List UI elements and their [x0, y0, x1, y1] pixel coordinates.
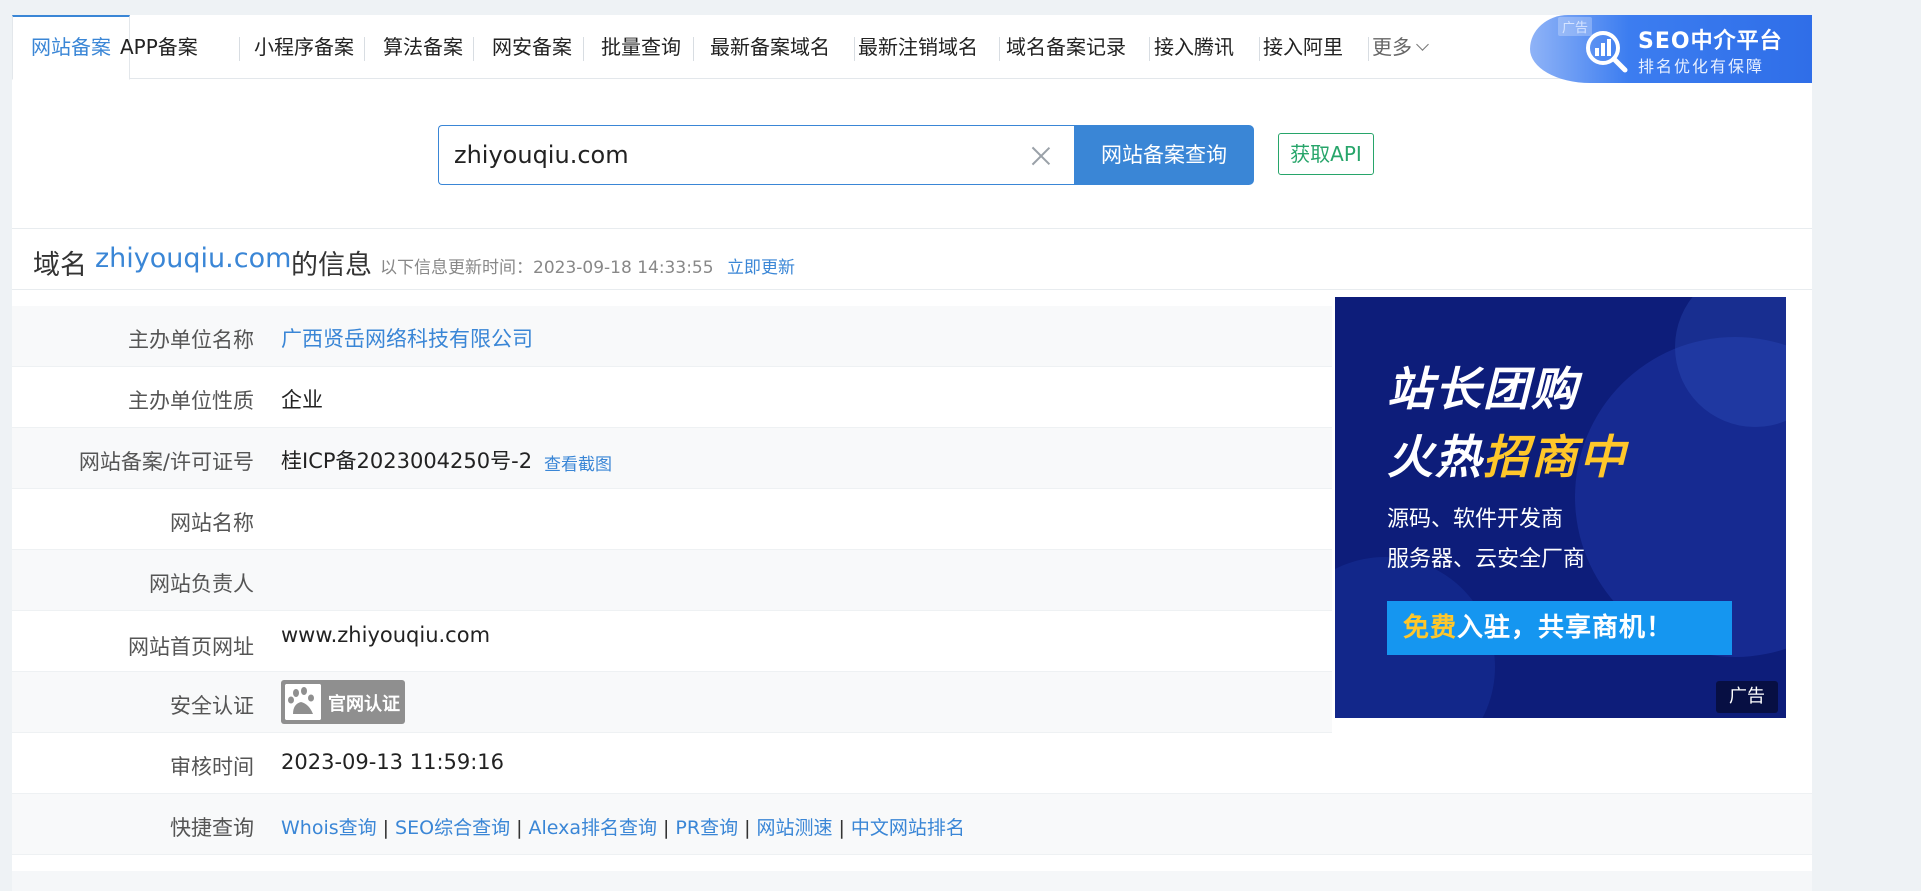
ad-label: 广告 [1716, 681, 1778, 713]
badge-text: 官网认证 [328, 694, 400, 715]
whois-link[interactable]: Whois查询 [281, 817, 377, 839]
nav-divider [854, 37, 855, 61]
homepage-value: www.zhiyouqiu.com [281, 623, 491, 647]
chevron-down-icon [1416, 38, 1429, 51]
tab-latest-cancelled-domains[interactable]: 最新注销域名 [858, 15, 978, 79]
update-now-link[interactable]: 立即更新 [727, 253, 795, 278]
ad-headline-2b: 招商中 [1483, 430, 1627, 484]
row-label: 快捷查询 [170, 816, 254, 840]
info-prefix: 域名 [33, 250, 87, 281]
search-box [438, 125, 1074, 185]
info-suffix: 的信息 [291, 250, 372, 281]
link-separator: | [838, 817, 845, 839]
nav-divider [693, 37, 694, 61]
chinese-site-rank-link[interactable]: 中文网站排名 [851, 817, 965, 839]
row-label: 网站名称 [170, 511, 254, 535]
update-time: 以下信息更新时间：2023-09-18 14:33:55 [380, 258, 714, 278]
row-quick-query: 快捷查询 Whois查询 | SEO综合查询 | Alexa排名查询 | PR查询 | 网站测速… [12, 794, 1812, 855]
info-domain[interactable]: zhiyouqiu.com [95, 243, 291, 274]
tab-domain-filing-records[interactable]: 域名备案记录 [1006, 15, 1126, 79]
organizer-name-link[interactable]: 广西贤岳网络科技有限公司 [281, 323, 533, 353]
nav-divider [1149, 37, 1150, 61]
license-value: 桂ICP备2023004250号-2 [281, 449, 533, 473]
top-nav: 网站备案 APP备案 小程序备案 算法备案 网安备案 批量查询 最新备案域名 最… [12, 15, 1812, 83]
speed-test-link[interactable]: 网站测速 [757, 817, 833, 839]
audit-time-value: 2023-09-13 11:59:16 [281, 750, 505, 774]
ad-cta-highlight: 免费 [1403, 613, 1458, 643]
tab-access-tencent[interactable]: 接入腾讯 [1154, 15, 1234, 79]
tab-more[interactable]: 更多 [1372, 15, 1429, 79]
promo-ad[interactable]: 站长团购 火热招商中 源码、软件开发商 服务器、云安全厂商 免费入驻，共享商机！… [1335, 297, 1786, 718]
row-label: 主办单位名称 [128, 328, 254, 352]
nav-divider [364, 37, 365, 61]
domain-search-input[interactable] [454, 126, 1014, 184]
row-label: 审核时间 [170, 755, 254, 779]
seo-query-link[interactable]: SEO综合查询 [395, 817, 510, 839]
tab-access-aliyun[interactable]: 接入阿里 [1263, 15, 1343, 79]
row-organizer-type: 主办单位性质 企业 [12, 367, 1332, 428]
view-screenshot-link[interactable]: 查看截图 [544, 450, 612, 475]
row-label: 主办单位性质 [128, 389, 254, 413]
link-separator: | [516, 817, 523, 839]
ad-headline-2: 火热招商中 [1387, 421, 1627, 487]
tab-app-filing[interactable]: APP备案 [120, 15, 198, 79]
ad-cta[interactable]: 免费入驻，共享商机！ [1387, 601, 1732, 655]
link-separator: | [744, 817, 751, 839]
get-api-button[interactable]: 获取API [1278, 133, 1374, 175]
seo-ad-banner[interactable]: 广告 SEO中介平台 排名优化有保障 [1530, 15, 1812, 83]
tab-miniprogram-filing[interactable]: 小程序备案 [254, 15, 354, 79]
tab-security-filing[interactable]: 网安备案 [492, 15, 572, 79]
next-section-edge [12, 871, 1812, 891]
alexa-rank-link[interactable]: Alexa排名查询 [528, 817, 657, 839]
baidu-paw-icon [285, 684, 321, 720]
pr-query-link[interactable]: PR查询 [675, 817, 738, 839]
row-license: 网站备案/许可证号 桂ICP备2023004250号-2 查看截图 [12, 428, 1332, 489]
tab-website-filing[interactable]: 网站备案 [12, 15, 130, 80]
nav-divider [583, 37, 584, 61]
more-label: 更多 [1372, 35, 1412, 59]
search-button[interactable]: 网站备案查询 [1074, 125, 1254, 185]
nav-divider [1368, 37, 1369, 61]
tab-batch-query[interactable]: 批量查询 [601, 15, 681, 79]
row-site-owner: 网站负责人 [12, 550, 1332, 611]
tab-algorithm-filing[interactable]: 算法备案 [383, 15, 463, 79]
nav-divider [1259, 37, 1260, 61]
ad-cta-text: 入驻，共享商机！ [1457, 613, 1674, 643]
domain-info-header: 域名 zhiyouqiu.com 的信息 以下信息更新时间：2023-09-18… [12, 228, 1812, 290]
ad-subline-1: 源码、软件开发商 [1387, 507, 1564, 532]
row-organizer-name: 主办单位名称 广西贤岳网络科技有限公司 [12, 306, 1332, 367]
clear-icon[interactable] [1030, 145, 1052, 167]
row-audit-time: 审核时间 2023-09-13 11:59:16 [12, 733, 1812, 794]
quick-query-links: Whois查询 | SEO综合查询 | Alexa排名查询 | PR查询 | 网站测速 | 中文网站… [281, 813, 965, 840]
seo-ad-subtitle: 排名优化有保障 [1638, 57, 1765, 76]
ad-subline-2: 服务器、云安全厂商 [1387, 547, 1586, 572]
official-verified-badge[interactable]: 官网认证 [281, 680, 405, 724]
nav-divider [239, 37, 240, 61]
link-separator: | [382, 817, 390, 839]
row-label: 网站负责人 [149, 572, 254, 596]
row-label: 网站首页网址 [128, 635, 254, 659]
link-separator: | [663, 817, 670, 839]
ad-headline-1: 站长团购 [1387, 362, 1579, 416]
nav-divider [473, 37, 474, 61]
row-label: 安全认证 [170, 694, 254, 718]
row-security: 安全认证 官网认证 [12, 672, 1332, 733]
organizer-type-value: 企业 [281, 388, 323, 412]
magnifier-chart-icon [1586, 31, 1628, 73]
ad-headline-2a: 火热 [1387, 430, 1483, 484]
seo-ad-title: SEO中介平台 [1638, 29, 1783, 54]
row-label: 网站备案/许可证号 [78, 450, 254, 474]
row-homepage: 网站首页网址 www.zhiyouqiu.com [12, 611, 1332, 672]
nav-divider [999, 37, 1000, 61]
row-site-name: 网站名称 [12, 489, 1332, 550]
tab-latest-filed-domains[interactable]: 最新备案域名 [710, 15, 830, 79]
